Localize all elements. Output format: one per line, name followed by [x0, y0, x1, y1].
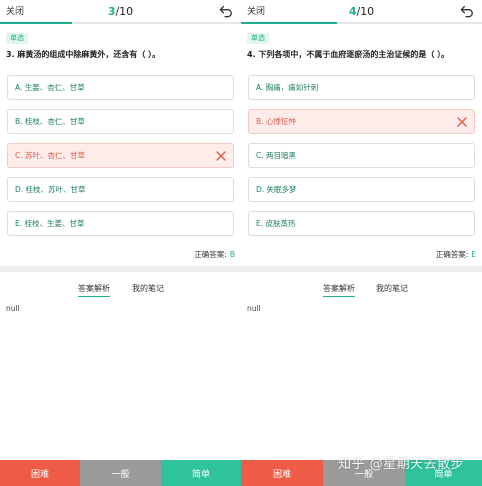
question-type-badge: 单选: [6, 33, 28, 44]
option-label: C. 两目暗黑: [256, 151, 297, 160]
option-d[interactable]: D. 桂枝、苏叶、甘草: [7, 177, 234, 202]
section-divider: [0, 266, 241, 272]
undo-icon[interactable]: [460, 3, 474, 18]
option-b[interactable]: B. 心悸怔忡: [248, 109, 475, 134]
top-bar: 关闭 4/10: [241, 0, 482, 22]
tab-answer-analysis[interactable]: 答案解析: [323, 283, 355, 297]
top-bar: 关闭 3/10: [0, 0, 241, 22]
option-label: A. 生姜、杏仁、甘草: [15, 83, 85, 92]
correct-answer-value: E: [471, 250, 476, 259]
correct-answer: 正确答案: B: [194, 249, 235, 260]
progress-track: [241, 22, 482, 24]
question-panel-3: 关闭 3/10 单选 3. 麻黄汤的组成中除麻黄外，还含有（ ）。 A. 生姜、…: [0, 0, 241, 486]
option-label: D. 失眠多梦: [256, 185, 297, 194]
screenshot-stage: 关闭 3/10 单选 3. 麻黄汤的组成中除麻黄外，还含有（ ）。 A. 生姜、…: [0, 0, 482, 486]
normal-button[interactable]: 一般: [323, 460, 405, 486]
hard-button[interactable]: 困难: [241, 460, 323, 486]
correct-answer-label: 正确答案:: [435, 250, 469, 259]
option-e[interactable]: E. 皮肤蒸热: [248, 211, 475, 236]
normal-button[interactable]: 一般: [80, 460, 161, 486]
option-a[interactable]: A. 胸痛，痛如针刺: [248, 75, 475, 100]
option-d[interactable]: D. 失眠多梦: [248, 177, 475, 202]
close-icon: [215, 150, 227, 162]
option-e[interactable]: E. 桂枝、生姜、甘草: [7, 211, 234, 236]
correct-answer-value: B: [229, 250, 235, 259]
close-icon: [456, 116, 468, 128]
correct-answer-label: 正确答案:: [194, 250, 227, 259]
tab-my-notes[interactable]: 我的笔记: [132, 283, 164, 296]
progress-total: /10: [356, 4, 375, 18]
option-label: E. 皮肤蒸热: [256, 219, 296, 228]
option-label: E. 桂枝、生姜、甘草: [15, 219, 85, 228]
analysis-content: null: [6, 304, 20, 313]
easy-button[interactable]: 简单: [405, 460, 482, 486]
hard-button[interactable]: 困难: [0, 460, 80, 486]
option-c[interactable]: C. 两目暗黑: [248, 143, 475, 168]
question-type-badge: 单选: [247, 33, 269, 44]
option-label: B. 心悸怔忡: [256, 117, 296, 126]
progress-counter: 4/10: [349, 5, 374, 18]
close-button[interactable]: 关闭: [247, 4, 265, 17]
progress-counter: 3/10: [108, 5, 133, 18]
difficulty-bar: 困难 一般 简单 困难 一般 简单: [0, 460, 482, 486]
analysis-tabs: 答案解析 我的笔记: [0, 283, 241, 297]
option-label: B. 桂枝、杏仁、甘草: [15, 117, 85, 126]
correct-answer: 正确答案: E: [436, 249, 476, 260]
option-c[interactable]: C. 苏叶、杏仁、甘草: [7, 143, 234, 168]
section-divider: [241, 266, 482, 272]
question-text: 4. 下列各项中，不属于血府逐瘀汤的主治证候的是（ ）。: [247, 50, 450, 59]
progress-total: /10: [115, 4, 134, 18]
question-panel-4: 关闭 4/10 单选 4. 下列各项中，不属于血府逐瘀汤的主治证候的是（ ）。 …: [241, 0, 482, 486]
tab-my-notes[interactable]: 我的笔记: [376, 283, 408, 296]
option-a[interactable]: A. 生姜、杏仁、甘草: [7, 75, 234, 100]
option-label: C. 苏叶、杏仁、甘草: [15, 151, 86, 160]
close-button[interactable]: 关闭: [6, 4, 24, 17]
tab-answer-analysis[interactable]: 答案解析: [78, 283, 110, 297]
easy-button[interactable]: 简单: [161, 460, 241, 486]
question-text: 3. 麻黄汤的组成中除麻黄外，还含有（ ）。: [6, 50, 161, 59]
analysis-content: null: [247, 304, 261, 313]
option-label: A. 胸痛，痛如针刺: [256, 83, 319, 92]
option-label: D. 桂枝、苏叶、甘草: [15, 185, 86, 194]
progress-fill: [0, 22, 73, 24]
progress-fill: [241, 22, 338, 24]
option-b[interactable]: B. 桂枝、杏仁、甘草: [7, 109, 234, 134]
analysis-tabs: 答案解析 我的笔记: [241, 283, 482, 297]
undo-icon[interactable]: [219, 3, 233, 18]
progress-track: [0, 22, 241, 24]
